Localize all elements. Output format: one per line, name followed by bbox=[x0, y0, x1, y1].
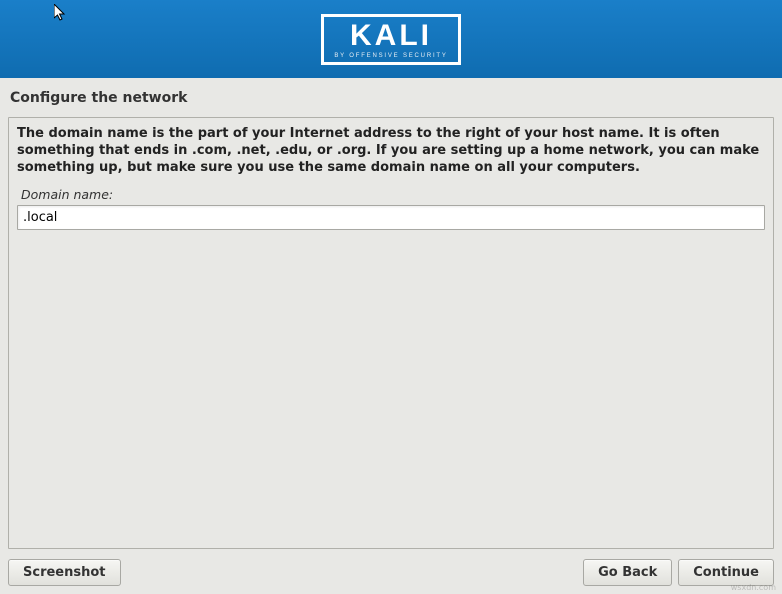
logo-text: KALI bbox=[350, 21, 432, 51]
kali-logo: KALI BY OFFENSIVE SECURITY bbox=[321, 14, 460, 65]
installer-header: KALI BY OFFENSIVE SECURITY bbox=[0, 0, 782, 78]
continue-button[interactable]: Continue bbox=[678, 559, 774, 586]
network-description: The domain name is the part of your Inte… bbox=[17, 126, 765, 177]
domain-name-input[interactable] bbox=[17, 205, 765, 230]
page-title: Configure the network bbox=[0, 78, 782, 114]
screenshot-button[interactable]: Screenshot bbox=[8, 559, 121, 586]
content-frame: The domain name is the part of your Inte… bbox=[8, 117, 774, 549]
domain-name-label: Domain name: bbox=[21, 187, 765, 202]
go-back-button[interactable]: Go Back bbox=[583, 559, 672, 586]
logo-subtext: BY OFFENSIVE SECURITY bbox=[334, 53, 447, 59]
button-bar: Screenshot Go Back Continue bbox=[8, 559, 774, 586]
watermark: wsxdn.com bbox=[731, 583, 776, 592]
